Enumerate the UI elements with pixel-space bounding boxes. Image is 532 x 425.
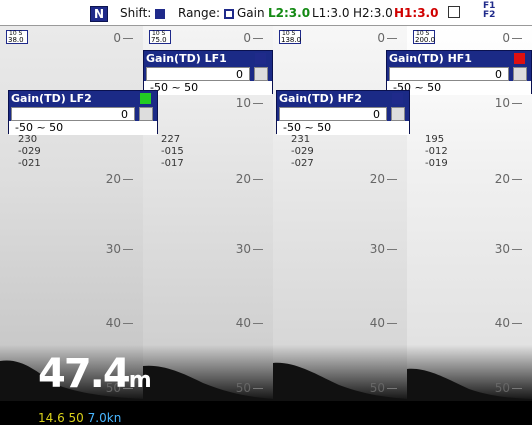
depth-marks: 195 -012 -019 bbox=[425, 134, 448, 169]
spinner-icon[interactable] bbox=[513, 67, 527, 81]
gain-panel-hf2[interactable]: Gain(TD) HF2 0 -50 ~ 50 bbox=[276, 90, 410, 135]
panel-title: Gain(TD) HF1 bbox=[389, 52, 472, 65]
gain-value[interactable]: 0 bbox=[389, 67, 509, 81]
shift-icon bbox=[155, 8, 166, 19]
depth-marks: 227 -015 -017 bbox=[161, 134, 184, 169]
echogram-pane-lf2[interactable]: 10 S 38.0 0 10 20 30 40 50 230 -029 -021 bbox=[0, 26, 143, 401]
mark-color bbox=[514, 53, 525, 64]
gain-range: -50 ~ 50 bbox=[9, 121, 157, 135]
gain-panel-lf1[interactable]: Gain(TD) LF1 0 -50 ~ 50 bbox=[143, 50, 273, 95]
gain-h1[interactable]: H1:3.0 bbox=[394, 6, 438, 20]
gain-l1[interactable]: L1:3.0 bbox=[312, 6, 349, 20]
depth-marks: 230 -029 -021 bbox=[18, 134, 41, 169]
range-chip: 10 S 75.0 bbox=[149, 30, 171, 44]
gain-h2[interactable]: H2:3.0 bbox=[353, 6, 393, 20]
spinner-icon[interactable] bbox=[139, 107, 153, 121]
status-bar: N Shift: Range: Gain L2:3.0 L1:3.0 H2:3.… bbox=[0, 0, 532, 26]
depth-readout: 47.4m bbox=[38, 351, 152, 397]
range-icon bbox=[223, 8, 234, 19]
depth-scale: 0 10 20 30 40 50 bbox=[93, 26, 133, 401]
speed-readout: 14.6 50 7.0kn bbox=[38, 411, 122, 425]
range-chip: 10 S 38.0 bbox=[6, 30, 28, 44]
gain-l2[interactable]: L2:3.0 bbox=[268, 6, 310, 20]
cm-icon bbox=[448, 6, 460, 21]
panel-title: Gain(TD) LF1 bbox=[146, 52, 227, 65]
panel-title: Gain(TD) HF2 bbox=[279, 92, 362, 105]
gain-value[interactable]: 0 bbox=[11, 107, 135, 121]
depth-marks: 231 -029 -027 bbox=[291, 134, 314, 169]
mark-color bbox=[140, 93, 151, 104]
function-keys[interactable]: F1 F2 bbox=[483, 2, 495, 20]
mark-color bbox=[392, 93, 403, 104]
gain-value[interactable]: 0 bbox=[279, 107, 387, 121]
range-chip: 10 S 138.0 bbox=[279, 30, 302, 44]
gain-value[interactable]: 0 bbox=[146, 67, 250, 81]
shift-control[interactable]: Shift: bbox=[120, 6, 166, 20]
gain-label: Gain bbox=[237, 6, 265, 20]
gain-panel-hf1[interactable]: Gain(TD) HF1 0 -50 ~ 50 bbox=[386, 50, 532, 95]
spinner-icon[interactable] bbox=[254, 67, 268, 81]
mark-color bbox=[255, 53, 266, 64]
gain-range: -50 ~ 50 bbox=[277, 121, 409, 135]
spinner-icon[interactable] bbox=[391, 107, 405, 121]
panel-title: Gain(TD) LF2 bbox=[11, 92, 92, 105]
range-control[interactable]: Range: bbox=[178, 6, 234, 20]
echogram-display: 10 S 38.0 0 10 20 30 40 50 230 -029 -021… bbox=[0, 26, 532, 425]
mode-indicator[interactable]: N bbox=[90, 6, 109, 22]
gain-range: -50 ~ 50 bbox=[144, 81, 272, 95]
gain-panel-lf2[interactable]: Gain(TD) LF2 0 -50 ~ 50 bbox=[8, 90, 158, 135]
range-chip: 10 S 200.0 bbox=[413, 30, 436, 44]
